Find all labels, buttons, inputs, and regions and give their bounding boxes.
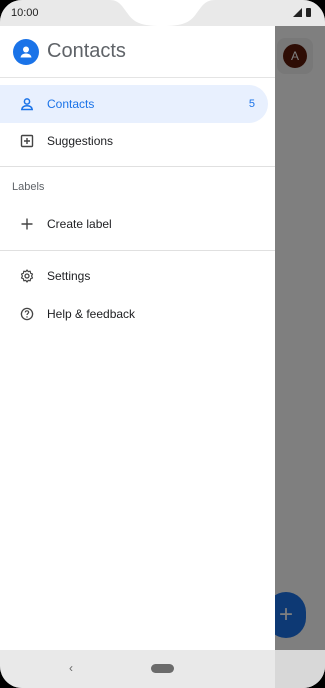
back-button[interactable]: ‹	[64, 661, 78, 675]
help-icon	[19, 306, 35, 322]
plus-icon	[19, 216, 35, 232]
phone-screen: A + 10:00 Contacts	[0, 0, 325, 688]
navigation-drawer: Contacts Contacts 5 Suggestions Labels C…	[0, 26, 275, 650]
system-nav-bar-scrim	[275, 650, 325, 688]
status-bar: 10:00	[0, 0, 325, 26]
divider	[0, 250, 275, 251]
drawer-item-label: Create label	[47, 217, 112, 231]
drawer-header: Contacts	[0, 26, 275, 78]
battery-icon	[306, 8, 311, 17]
gear-icon	[19, 268, 35, 284]
drawer-item-settings[interactable]: Settings	[0, 257, 268, 295]
drawer-item-label: Suggestions	[47, 134, 114, 148]
drawer-title: Contacts	[47, 40, 126, 62]
drawer-item-label: Contacts	[47, 97, 95, 111]
camera-notch	[110, 0, 215, 26]
drawer-item-help-feedback[interactable]: Help & feedback	[0, 295, 268, 333]
status-icons	[293, 8, 311, 17]
status-time: 10:00	[11, 7, 39, 19]
drawer-item-suggestions[interactable]: Suggestions	[0, 122, 268, 160]
signal-icon	[293, 8, 302, 17]
drawer-item-create-label[interactable]: Create label	[0, 205, 268, 243]
home-button[interactable]	[151, 664, 174, 673]
drawer-item-contacts[interactable]: Contacts 5	[0, 85, 268, 123]
labels-section-header: Labels	[12, 181, 45, 193]
drawer-item-label: Settings	[47, 269, 91, 283]
contacts-app-icon	[13, 39, 39, 65]
person-icon	[19, 96, 35, 112]
suggestions-icon	[19, 133, 35, 149]
divider	[0, 166, 275, 167]
drawer-item-label: Help & feedback	[47, 307, 136, 321]
contacts-count: 5	[248, 98, 255, 110]
